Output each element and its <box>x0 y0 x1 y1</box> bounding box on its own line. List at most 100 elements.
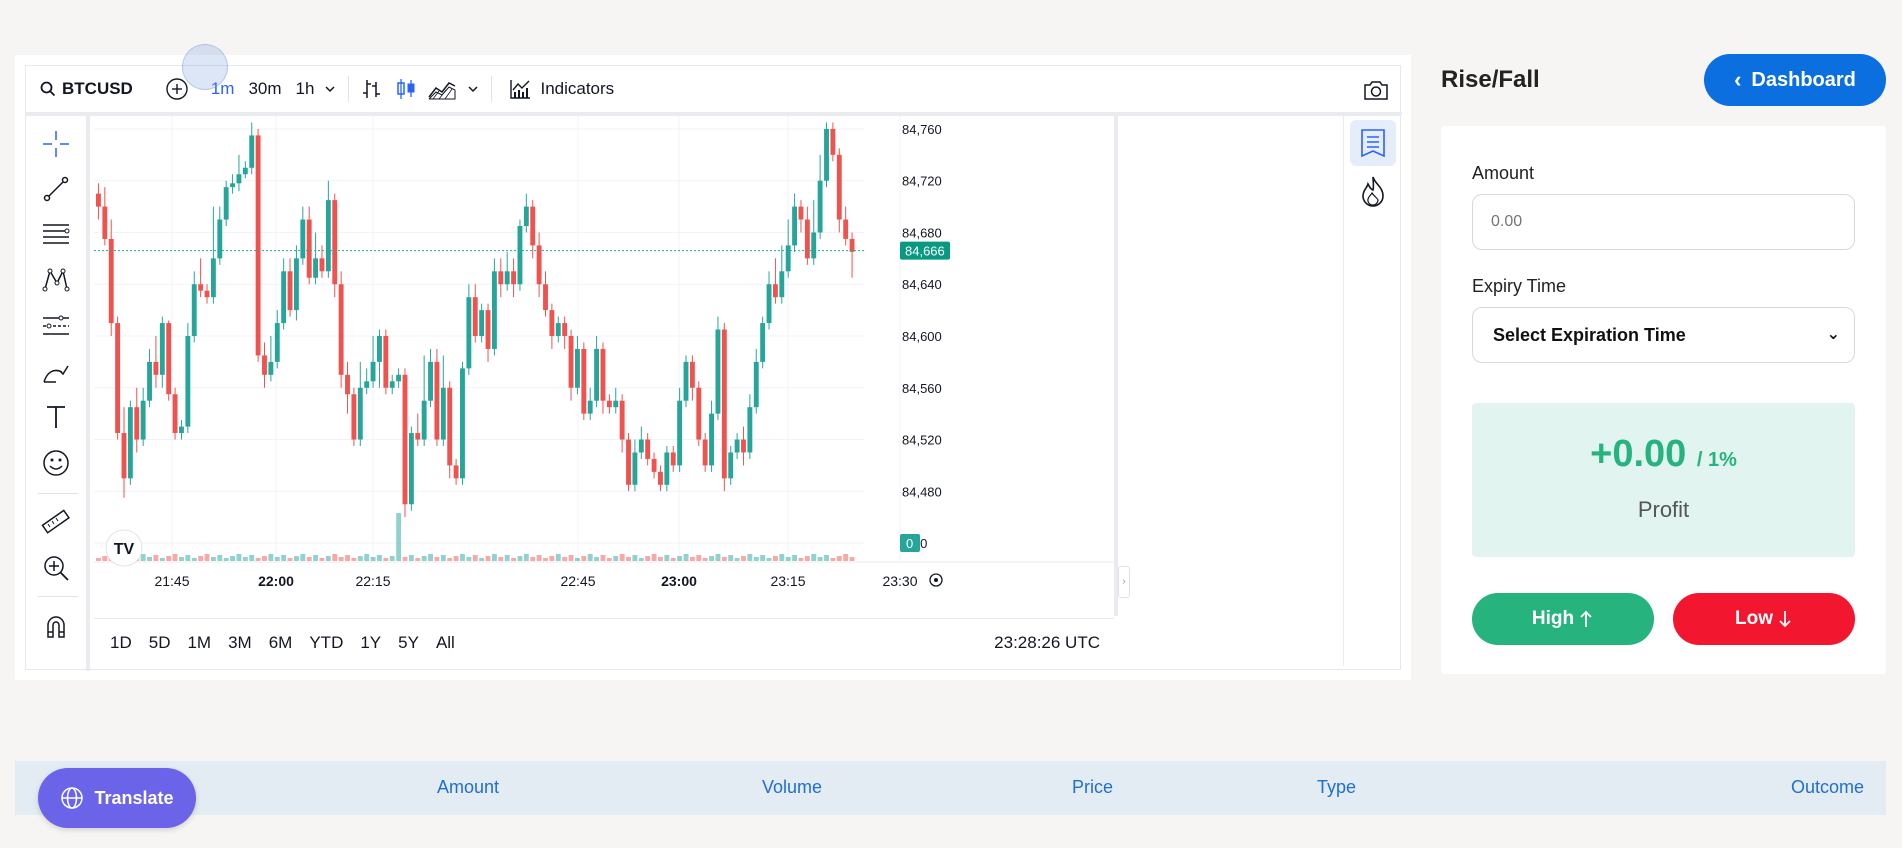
price-tick-label: 84,520 <box>902 433 942 448</box>
time-tick-label: 23:15 <box>770 573 805 589</box>
compare-symbol-button[interactable] <box>165 77 189 101</box>
candle <box>223 187 229 220</box>
candle <box>102 206 108 239</box>
volume-bar <box>460 554 465 561</box>
candle <box>574 348 580 388</box>
dashboard-button[interactable]: ‹ Dashboard <box>1704 54 1886 106</box>
high-button[interactable]: High <box>1472 593 1654 645</box>
magnet-icon[interactable] <box>40 610 72 642</box>
range-5y[interactable]: 5Y <box>398 633 419 653</box>
volume-bar <box>472 555 478 561</box>
candle <box>242 167 248 175</box>
candle <box>396 374 402 382</box>
text-tool-icon[interactable] <box>40 401 72 433</box>
watchlist-icon[interactable] <box>1350 120 1396 166</box>
volume-bar <box>779 554 785 561</box>
candle <box>159 323 165 375</box>
volume-bar <box>179 557 184 561</box>
volume-bar <box>325 556 331 561</box>
volume-bar <box>804 556 810 561</box>
interval-dropdown-chevron-icon[interactable] <box>324 85 336 93</box>
arrow-down-icon <box>1779 611 1791 628</box>
emoji-icon[interactable] <box>40 447 72 479</box>
translate-button[interactable]: Translate <box>38 768 196 828</box>
volume-bar <box>562 557 568 561</box>
range-6m[interactable]: 6M <box>269 633 293 653</box>
brush-icon[interactable] <box>40 356 72 388</box>
chart-top-toolbar: BTCUSD 1m 30m 1h Indicators <box>26 66 1402 116</box>
volume-bar <box>645 556 651 561</box>
range-1y[interactable]: 1Y <box>360 633 381 653</box>
candle <box>370 361 376 382</box>
volume-bar <box>587 554 593 561</box>
candles-style-icon[interactable] <box>395 77 417 101</box>
zoom-in-icon[interactable] <box>40 552 72 584</box>
volume-bar <box>664 555 670 561</box>
volume-bar <box>536 555 542 561</box>
volume-bar <box>198 556 204 561</box>
candle <box>383 336 389 388</box>
volume-bar <box>447 558 453 561</box>
trade-form: Amount Expiry Time Select Expiration Tim… <box>1441 126 1886 674</box>
candle <box>491 271 497 349</box>
volume-bar <box>517 556 523 561</box>
candle <box>134 407 140 440</box>
range-1m[interactable]: 1M <box>187 633 211 653</box>
candle <box>824 128 829 181</box>
profit-percent: / 1% <box>1696 449 1737 471</box>
candle <box>747 407 753 453</box>
candle <box>262 355 267 375</box>
interval-1h[interactable]: 1h <box>296 79 315 99</box>
collapse-panel-handle[interactable]: › <box>1118 566 1130 598</box>
forecast-icon[interactable] <box>40 310 72 342</box>
candle <box>626 439 631 485</box>
volume-bar <box>792 555 798 561</box>
candle <box>760 323 766 362</box>
time-tick-label: 23:00 <box>661 573 697 589</box>
trend-line-icon[interactable] <box>40 173 72 205</box>
volume-bar <box>383 558 389 561</box>
candle <box>236 174 242 184</box>
volume-bar <box>357 556 363 561</box>
range-3m[interactable]: 3M <box>228 633 252 653</box>
col-type: Type <box>1317 777 1357 797</box>
fib-retracement-icon[interactable] <box>40 218 72 250</box>
chart-style-chevron-icon[interactable] <box>467 85 479 93</box>
candle <box>772 284 778 298</box>
hotlist-flame-icon[interactable] <box>1350 168 1396 214</box>
range-1d[interactable]: 1D <box>110 633 132 653</box>
range-5d[interactable]: 5D <box>149 633 171 653</box>
ruler-icon[interactable] <box>40 506 72 538</box>
indicators-label: Indicators <box>540 79 615 98</box>
candle <box>389 381 395 388</box>
utc-clock[interactable]: 23:28:26 UTC <box>994 633 1100 653</box>
candle <box>402 374 408 505</box>
symbol-search-button[interactable]: BTCUSD <box>40 79 133 99</box>
volume-value-label: 0 <box>906 536 913 551</box>
candle <box>530 206 536 246</box>
candle <box>485 310 491 349</box>
candle <box>728 452 734 479</box>
volume-bar <box>415 558 421 561</box>
camera-icon[interactable] <box>1362 78 1390 102</box>
range-ytd[interactable]: YTD <box>309 633 343 653</box>
volume-bar <box>140 554 146 561</box>
candlestick-chart[interactable]: 84,760 84,720 84,680 84,640 84,600 84,560 84,5… <box>94 116 1114 616</box>
candle <box>185 336 191 427</box>
expiry-select[interactable]: Select Expiration Time ⌄ <box>1472 307 1855 363</box>
bars-style-icon[interactable] <box>361 77 383 101</box>
volume-bar <box>670 558 676 561</box>
pattern-icon[interactable] <box>40 264 72 296</box>
range-all[interactable]: All <box>436 633 455 653</box>
crosshair-icon[interactable] <box>40 128 72 160</box>
amount-input[interactable] <box>1472 194 1855 250</box>
volume-bar <box>338 557 344 561</box>
interval-30m[interactable]: 30m <box>248 79 281 99</box>
area-style-icon[interactable] <box>427 77 457 101</box>
volume-bar <box>172 554 178 561</box>
low-button[interactable]: Low <box>1673 593 1855 645</box>
chart-pane[interactable]: 84,760 84,720 84,680 84,640 84,600 84,560 84,5… <box>94 116 1118 616</box>
volume-bar <box>549 556 555 561</box>
indicators-button[interactable]: Indicators <box>508 77 614 101</box>
volume-bar <box>147 557 152 561</box>
